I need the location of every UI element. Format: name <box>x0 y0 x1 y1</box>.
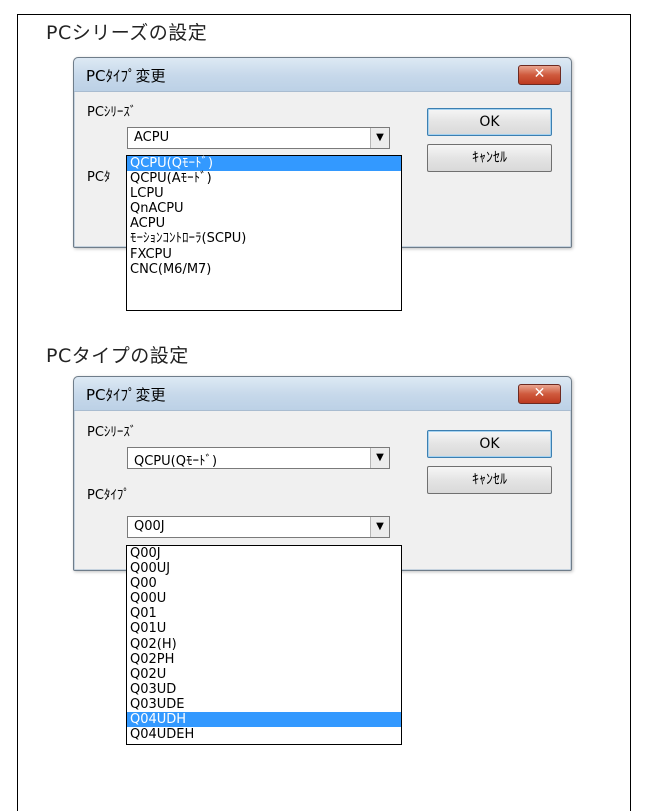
ok-button[interactable]: OK <box>427 430 552 458</box>
chevron-down-icon[interactable]: ▼ <box>370 448 389 468</box>
dropdown-option[interactable]: Q03UD <box>127 682 401 697</box>
dropdown-option[interactable]: Q04UDH <box>127 712 401 728</box>
dropdown-option[interactable]: Q00 <box>127 576 401 591</box>
dialog-titlebar: PCﾀｲﾌﾟ変更 ✕ <box>74 377 571 411</box>
dialog-titlebar: PCﾀｲﾌﾟ変更 ✕ <box>74 58 571 92</box>
dropdown-option[interactable]: Q01 <box>127 606 401 621</box>
dialog-title: PCﾀｲﾌﾟ変更 <box>86 386 166 404</box>
dropdown-option[interactable]: CNC(M6/M7) <box>127 262 401 277</box>
dropdown-option[interactable]: Q00J <box>127 546 401 561</box>
chevron-down-icon[interactable]: ▼ <box>370 517 389 537</box>
dropdown-option[interactable]: ACPU <box>127 216 401 231</box>
type-label: PCﾀ <box>87 170 111 185</box>
dropdown-option[interactable]: QCPU(Qﾓｰﾄﾞ) <box>127 156 401 172</box>
section-heading-series: PCシリーズの設定 <box>46 22 208 44</box>
type-label: PCﾀｲﾌﾟ <box>87 488 130 503</box>
dropdown-option[interactable]: Q02PH <box>127 652 401 667</box>
series-combobox-value: QCPU(Qﾓｰﾄﾞ) <box>134 454 218 469</box>
dropdown-option[interactable]: ﾓｰｼｮﾝｺﾝﾄﾛｰﾗ(SCPU) <box>127 231 401 246</box>
dropdown-option[interactable]: LCPU <box>127 186 401 201</box>
dropdown-option[interactable]: QnACPU <box>127 201 401 216</box>
series-combobox[interactable]: QCPU(Qﾓｰﾄﾞ) ▼ <box>127 447 390 469</box>
dropdown-option[interactable]: Q04UDEH <box>127 727 401 742</box>
close-icon: ✕ <box>533 385 546 401</box>
type-dropdown-list[interactable]: Q00J Q00UJ Q00 Q00U Q01 Q01U Q02(H) Q02PH Q02U Q0… <box>126 545 402 745</box>
dropdown-option[interactable]: QCPU(Aﾓｰﾄﾞ) <box>127 171 401 186</box>
cancel-button[interactable]: ｷｬﾝｾﾙ <box>427 144 552 172</box>
section-heading-type: PCタイプの設定 <box>46 345 189 367</box>
series-label: PCｼﾘｰｽﾞ <box>87 105 137 120</box>
dropdown-option[interactable]: Q02(H) <box>127 637 401 652</box>
series-label: PCｼﾘｰｽﾞ <box>87 425 137 440</box>
series-combobox[interactable]: ACPU ▼ <box>127 127 390 149</box>
type-combobox-value: Q00J <box>134 519 165 534</box>
series-combobox-value: ACPU <box>134 130 170 145</box>
pc-type-change-dialog-2: PCﾀｲﾌﾟ変更 ✕ PCｼﾘｰｽﾞ QCPU(Qﾓｰﾄﾞ) ▼ PCﾀｲﾌﾟ … <box>73 376 572 571</box>
close-icon: ✕ <box>533 66 546 82</box>
dropdown-option[interactable]: Q03UDE <box>127 697 401 712</box>
dropdown-option[interactable]: FXCPU <box>127 247 401 262</box>
close-button[interactable]: ✕ <box>518 65 561 85</box>
series-dropdown-list[interactable]: QCPU(Qﾓｰﾄﾞ) QCPU(Aﾓｰﾄﾞ) LCPU QnACPU ACPU ﾓｰｼｮ… <box>126 155 402 311</box>
dropdown-option[interactable]: Q00UJ <box>127 561 401 576</box>
close-button[interactable]: ✕ <box>518 384 561 404</box>
chevron-down-icon[interactable]: ▼ <box>370 128 389 148</box>
dialog-title: PCﾀｲﾌﾟ変更 <box>86 67 166 85</box>
dropdown-option[interactable]: Q00U <box>127 591 401 606</box>
dropdown-option[interactable]: Q01U <box>127 621 401 636</box>
ok-button[interactable]: OK <box>427 108 552 136</box>
cancel-button[interactable]: ｷｬﾝｾﾙ <box>427 466 552 494</box>
type-combobox[interactable]: Q00J ▼ <box>127 516 390 538</box>
dropdown-option[interactable]: Q02U <box>127 667 401 682</box>
